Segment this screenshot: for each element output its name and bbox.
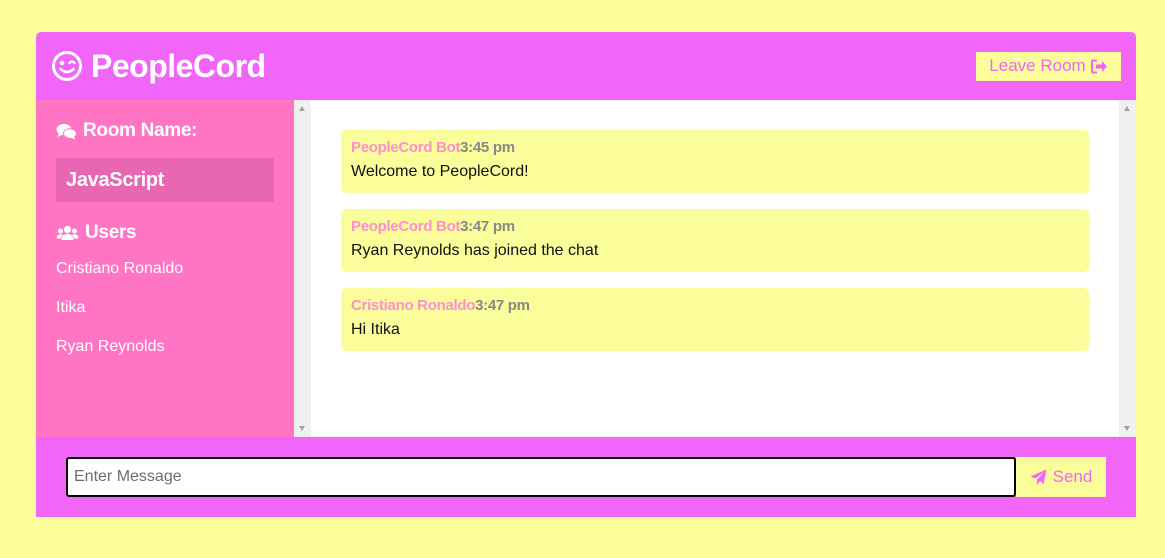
- user-item: Itika: [56, 299, 86, 316]
- paper-plane-icon: [1030, 469, 1047, 486]
- chat-message: Cristiano Ronaldo3:47 pm Hi Itika: [341, 288, 1089, 351]
- room-name-heading: Room Name:: [56, 120, 274, 142]
- room-name: JavaScript: [56, 158, 274, 202]
- users-heading: Users: [56, 222, 274, 244]
- scroll-up-arrow-icon[interactable]: [299, 106, 305, 111]
- user-item: Ryan Reynolds: [56, 338, 165, 355]
- message-time: 3:45 pm: [460, 139, 515, 156]
- send-label: Send: [1052, 467, 1093, 486]
- header: PeopleCord Leave Room: [36, 32, 1136, 100]
- message-sender: PeopleCord Bot: [351, 218, 461, 235]
- message-meta: PeopleCord Bot3:45 pm: [351, 139, 1079, 156]
- message-sender: PeopleCord Bot: [351, 139, 461, 156]
- send-button[interactable]: Send: [1016, 457, 1106, 497]
- chat-app: PeopleCord Leave Room Room Name: JavaScr…: [36, 32, 1136, 517]
- message-time: 3:47 pm: [460, 218, 515, 235]
- message-input[interactable]: [66, 457, 1016, 497]
- wink-face-icon: [51, 50, 83, 82]
- brand: PeopleCord: [51, 48, 266, 85]
- right-scrollbar[interactable]: [1119, 100, 1136, 437]
- message-time: 3:47 pm: [475, 297, 530, 314]
- user-list: Cristiano Ronaldo Itika Ryan Reynolds: [56, 258, 274, 375]
- sign-out-icon: [1090, 59, 1108, 74]
- scroll-down-arrow-icon[interactable]: [299, 426, 305, 431]
- left-scrollbar[interactable]: [294, 100, 311, 437]
- scroll-up-arrow-icon[interactable]: [1124, 106, 1130, 111]
- comments-icon: [56, 123, 77, 140]
- message-text: Ryan Reynolds has joined the chat: [351, 242, 599, 259]
- leave-room-button[interactable]: Leave Room: [976, 51, 1121, 81]
- users-icon: [56, 225, 79, 241]
- room-name-heading-label: Room Name:: [83, 120, 198, 141]
- message-text: Welcome to PeopleCord!: [351, 163, 529, 180]
- message-sender: Cristiano Ronaldo: [351, 297, 476, 314]
- chat-message: PeopleCord Bot3:47 pm Ryan Reynolds has …: [341, 209, 1089, 272]
- scroll-down-arrow-icon[interactable]: [1124, 426, 1130, 431]
- brand-name: PeopleCord: [91, 47, 266, 84]
- message-meta: Cristiano Ronaldo3:47 pm: [351, 297, 1079, 314]
- messages-list: PeopleCord Bot3:45 pm Welcome to PeopleC…: [311, 100, 1119, 437]
- message-meta: PeopleCord Bot3:47 pm: [351, 218, 1079, 235]
- user-item: Cristiano Ronaldo: [56, 260, 184, 277]
- users-heading-label: Users: [85, 222, 137, 243]
- main-area: Room Name: JavaScript Users Cristiano Ro…: [36, 100, 1136, 437]
- sidebar: Room Name: JavaScript Users Cristiano Ro…: [36, 100, 294, 437]
- chat-message: PeopleCord Bot3:45 pm Welcome to PeopleC…: [341, 130, 1089, 193]
- message-text: Hi Itika: [351, 321, 400, 338]
- leave-room-label: Leave Room: [989, 56, 1086, 75]
- message-composer: Send: [36, 437, 1136, 517]
- chat-area: PeopleCord Bot3:45 pm Welcome to PeopleC…: [294, 100, 1136, 437]
